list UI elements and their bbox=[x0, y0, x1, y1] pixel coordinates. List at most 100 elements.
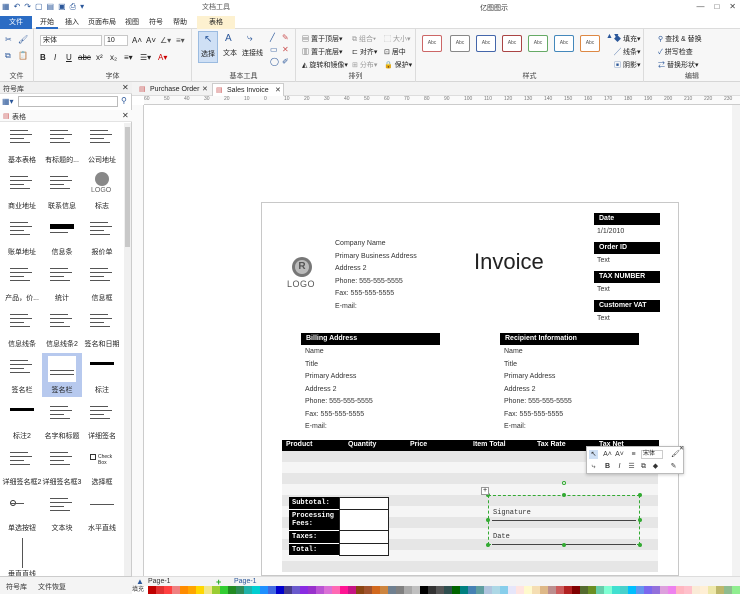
send-to-back-button[interactable]: ▥ 置于底层▾ bbox=[302, 47, 342, 57]
search-icon[interactable]: ⚲ bbox=[121, 96, 127, 105]
library-close-icon[interactable]: ✕ bbox=[122, 83, 129, 92]
subscript-icon[interactable]: x₂ bbox=[110, 53, 117, 62]
line-style-icon[interactable]: ≡▾ bbox=[176, 36, 185, 45]
font-color-icon[interactable]: ∠▾ bbox=[160, 36, 171, 45]
minimize-button[interactable]: — bbox=[696, 2, 704, 11]
page-nav-up-icon[interactable]: ▲ bbox=[136, 577, 144, 586]
save-icon[interactable]: ▣ bbox=[58, 2, 66, 12]
palette-swatch[interactable] bbox=[268, 586, 276, 594]
palette-swatch[interactable] bbox=[388, 586, 396, 594]
palette-swatch[interactable] bbox=[396, 586, 404, 594]
palette-swatch[interactable] bbox=[644, 586, 652, 594]
palette-swatch[interactable] bbox=[580, 586, 588, 594]
shape-tool-icon[interactable]: ✕ bbox=[282, 45, 289, 54]
library-shape-item[interactable]: 详细签名框2 bbox=[2, 445, 42, 489]
style-swatch-7[interactable]: Abc bbox=[580, 35, 600, 52]
select-tool[interactable]: ↖ 选择 bbox=[198, 31, 218, 63]
open-file-icon[interactable]: ▤ bbox=[47, 2, 55, 12]
library-shape-item[interactable]: 签名和日期 bbox=[82, 307, 122, 351]
palette-swatch[interactable] bbox=[420, 586, 428, 594]
float-bold-icon[interactable]: B bbox=[603, 462, 612, 471]
undo-icon[interactable]: ↶ bbox=[14, 2, 21, 12]
table-row[interactable] bbox=[282, 473, 658, 484]
library-shape-item[interactable]: 标注 bbox=[82, 353, 122, 397]
library-shape-item[interactable]: 信息线条 bbox=[2, 307, 42, 351]
totals-value-cell[interactable] bbox=[339, 497, 389, 510]
totals-value-cell[interactable] bbox=[339, 544, 389, 556]
doc-tab-purchase-order[interactable]: ▤ Purchase Order ✕ bbox=[136, 83, 210, 96]
palette-swatch[interactable] bbox=[156, 586, 164, 594]
palette-swatch[interactable] bbox=[324, 586, 332, 594]
library-shape-item[interactable]: 账单地址 bbox=[2, 215, 42, 259]
active-page-tab[interactable]: Page-1 bbox=[234, 578, 257, 585]
tab-insert[interactable]: 插入 bbox=[62, 16, 82, 29]
library-shape-item[interactable]: 公司地址 bbox=[82, 123, 122, 167]
float-italic-icon[interactable]: I bbox=[615, 462, 624, 471]
palette-swatch[interactable] bbox=[180, 586, 188, 594]
library-shape-item[interactable]: 信息条 bbox=[42, 215, 82, 259]
float-close-icon[interactable]: ✕ bbox=[677, 445, 686, 454]
style-swatch-4[interactable]: Abc bbox=[502, 35, 522, 52]
side-field-value[interactable]: 1/1/2010 bbox=[597, 228, 624, 235]
size-button[interactable]: ⬚ 大小▾ bbox=[384, 34, 410, 44]
selection-handle[interactable] bbox=[486, 518, 490, 522]
center-button[interactable]: ⊡ 居中 bbox=[384, 47, 406, 57]
float-line-icon[interactable]: ✎ bbox=[669, 462, 678, 471]
palette-swatch[interactable] bbox=[148, 586, 156, 594]
table-row[interactable] bbox=[282, 561, 658, 572]
palette-swatch[interactable] bbox=[476, 586, 484, 594]
float-select-icon[interactable]: ↖ bbox=[589, 450, 598, 459]
maximize-button[interactable]: □ bbox=[714, 2, 719, 11]
library-grid-icon[interactable]: ▦▾ bbox=[2, 97, 14, 106]
paste-icon[interactable]: 📋 bbox=[18, 51, 28, 60]
selection-handle[interactable] bbox=[638, 518, 642, 522]
palette-swatch[interactable] bbox=[524, 586, 532, 594]
rectangle-tool-icon[interactable]: ▭ bbox=[270, 45, 278, 54]
palette-swatch[interactable] bbox=[212, 586, 220, 594]
palette-swatch[interactable] bbox=[300, 586, 308, 594]
strikethrough-icon[interactable]: abc bbox=[78, 53, 91, 62]
library-shape-item[interactable]: 基本表格 bbox=[2, 123, 42, 167]
bullets-icon[interactable]: ☰▾ bbox=[140, 53, 151, 62]
palette-swatch[interactable] bbox=[684, 586, 692, 594]
palette-swatch[interactable] bbox=[332, 586, 340, 594]
bold-icon[interactable]: B bbox=[40, 53, 46, 62]
palette-swatch[interactable] bbox=[356, 586, 364, 594]
redo-icon[interactable]: ↷ bbox=[24, 2, 31, 12]
palette-swatch[interactable] bbox=[436, 586, 444, 594]
palette-swatch[interactable] bbox=[468, 586, 476, 594]
tab-symbols[interactable]: 符号 bbox=[146, 16, 166, 29]
library-shape-item[interactable]: 水平直线 bbox=[82, 491, 122, 535]
close-button[interactable]: ✕ bbox=[729, 2, 736, 11]
style-swatch-2[interactable]: Abc bbox=[450, 35, 470, 52]
float-fill-icon[interactable]: ◆ bbox=[651, 462, 660, 471]
protect-button[interactable]: 🔒 保护▾ bbox=[384, 60, 412, 70]
fill-button[interactable]: ◆ 填充▾ bbox=[614, 34, 640, 44]
library-scroll-thumb[interactable] bbox=[125, 127, 130, 247]
palette-swatch[interactable] bbox=[556, 586, 564, 594]
totals-value-cell[interactable] bbox=[339, 531, 389, 544]
style-swatch-6[interactable]: Abc bbox=[554, 35, 574, 52]
palette-swatch[interactable] bbox=[596, 586, 604, 594]
palette-swatch[interactable] bbox=[372, 586, 380, 594]
palette-swatch[interactable] bbox=[188, 586, 196, 594]
palette-swatch[interactable] bbox=[636, 586, 644, 594]
palette-swatch[interactable] bbox=[412, 586, 420, 594]
library-shape-item[interactable]: 文本块 bbox=[42, 491, 82, 535]
palette-swatch[interactable] bbox=[364, 586, 372, 594]
library-shape-item[interactable]: 单选按钮 bbox=[2, 491, 42, 535]
palette-swatch[interactable] bbox=[172, 586, 180, 594]
library-shape-item[interactable]: 签名栏 bbox=[2, 353, 42, 397]
style-swatch-3[interactable]: Abc bbox=[476, 35, 496, 52]
side-field-value[interactable]: Text bbox=[597, 257, 610, 264]
font-family-select[interactable]: 宋体 bbox=[40, 35, 102, 46]
superscript-icon[interactable]: x² bbox=[96, 53, 103, 62]
library-shape-item[interactable]: 报价单 bbox=[82, 215, 122, 259]
line-button[interactable]: ╱ 线条▾ bbox=[614, 47, 640, 57]
tab-help[interactable]: 帮助 bbox=[170, 16, 190, 29]
palette-swatch[interactable] bbox=[428, 586, 436, 594]
palette-swatch[interactable] bbox=[516, 586, 524, 594]
library-search-input[interactable] bbox=[18, 96, 118, 107]
pen-tool-icon[interactable]: ✎ bbox=[282, 33, 289, 42]
palette-swatch[interactable] bbox=[676, 586, 684, 594]
